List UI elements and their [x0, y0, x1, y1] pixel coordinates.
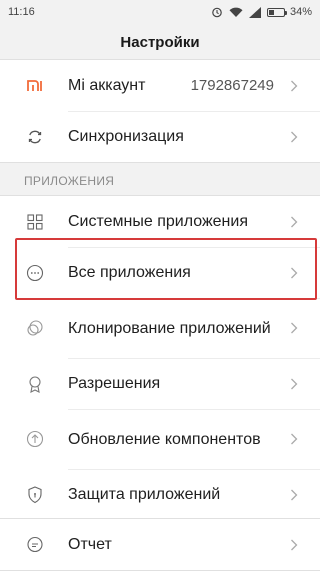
chevron-right-icon: [284, 378, 304, 390]
all-apps-row[interactable]: Все приложения: [0, 247, 320, 298]
chevron-right-icon: [284, 489, 304, 501]
alarm-icon: [210, 6, 224, 18]
chevron-right-icon: [284, 216, 304, 228]
all-apps-label: Все приложения: [68, 264, 191, 281]
apps-card: Системные приложения Все приложения Клон…: [0, 195, 320, 521]
permissions-row[interactable]: Разрешения: [0, 358, 320, 409]
chevron-right-icon: [284, 539, 304, 551]
status-icons: 34%: [210, 6, 312, 18]
grid-icon: [24, 211, 46, 233]
app-lock-label: Защита приложений: [68, 486, 221, 503]
sync-label: Синхронизация: [68, 128, 184, 145]
mi-account-label: Mi аккаунт: [68, 77, 146, 94]
feedback-row[interactable]: Отчет: [0, 519, 320, 570]
section-header-apps: ПРИЛОЖЕНИЯ: [24, 174, 115, 188]
status-bar: 11:16 34%: [0, 0, 320, 24]
badge-icon: [24, 373, 46, 395]
clone-icon: [24, 317, 46, 339]
battery-fill: [268, 9, 274, 15]
status-time: 11:16: [8, 6, 35, 18]
mi-logo-icon: [24, 75, 46, 97]
shield-icon: [24, 484, 46, 506]
chevron-right-icon: [284, 131, 304, 143]
feedback-card: Отчет: [0, 518, 320, 571]
signal-icon: [248, 6, 262, 18]
battery-icon: [266, 7, 287, 17]
app-lock-row[interactable]: Защита приложений: [0, 469, 320, 520]
wifi-icon: [229, 6, 243, 18]
chevron-right-icon: [284, 433, 304, 445]
permissions-label: Разрешения: [68, 375, 161, 392]
chevron-right-icon: [284, 267, 304, 279]
clone-apps-label: Клонирование приложений: [68, 319, 271, 337]
battery-percent: 34%: [289, 6, 312, 18]
system-apps-row[interactable]: Системные приложения: [0, 196, 320, 247]
more-circle-icon: [24, 262, 46, 284]
update-components-row[interactable]: Обновление компонентов: [0, 409, 320, 469]
upload-icon: [24, 428, 46, 450]
chevron-right-icon: [284, 80, 304, 92]
mi-account-row[interactable]: Mi аккаунт 1792867249: [0, 60, 320, 111]
page-title: Настройки: [120, 33, 200, 51]
account-card: Mi аккаунт 1792867249 Синхронизация: [0, 59, 320, 163]
chat-icon: [24, 534, 46, 556]
update-components-label: Обновление компонентов: [68, 430, 261, 448]
clone-apps-row[interactable]: Клонирование приложений: [0, 298, 320, 358]
system-apps-label: Системные приложения: [68, 213, 248, 230]
sync-icon: [24, 126, 46, 148]
sync-row[interactable]: Синхронизация: [0, 111, 320, 162]
chevron-right-icon: [284, 322, 304, 334]
feedback-label: Отчет: [68, 536, 112, 553]
mi-account-id: 1792867249: [190, 77, 274, 94]
